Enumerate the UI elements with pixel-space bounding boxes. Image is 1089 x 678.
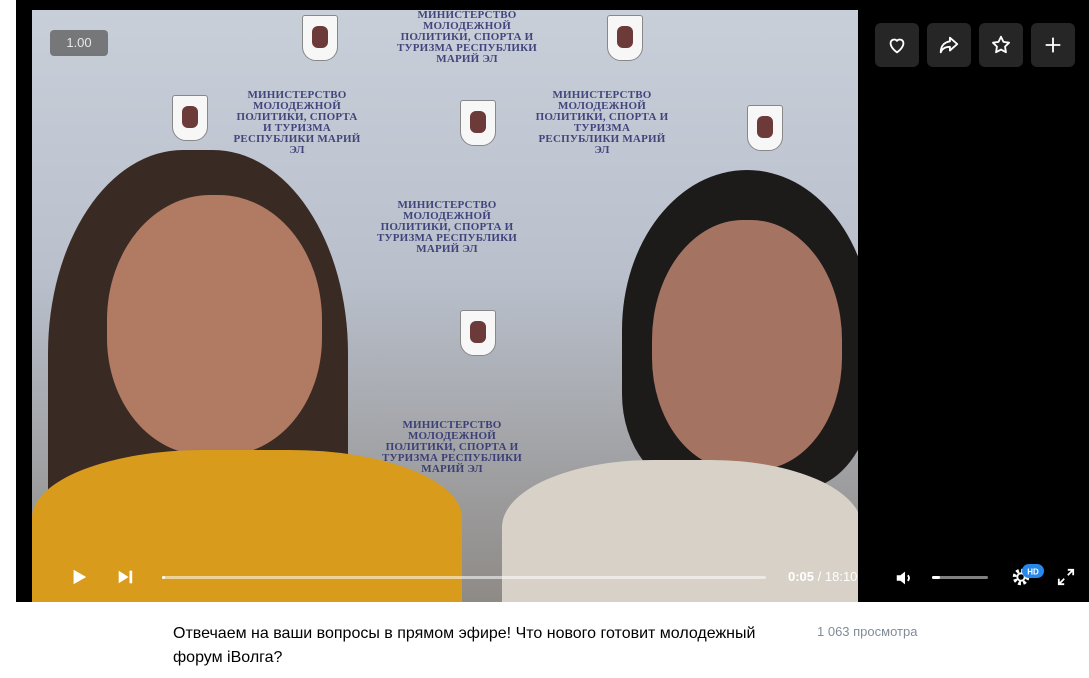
hd-badge: HD (1022, 564, 1044, 578)
share-button[interactable] (927, 23, 971, 67)
person-right-face (652, 220, 842, 470)
backdrop-label: МИНИСТЕРСТВО МОЛОДЕЖНОЙ ПОЛИТИКИ, СПОРТА… (376, 199, 518, 255)
seek-bar-fill (162, 576, 166, 579)
time-separator: / (814, 569, 825, 584)
video-title[interactable]: Отвечаем на ваши вопросы в прямом эфире!… (173, 622, 783, 670)
seek-bar[interactable] (162, 576, 766, 579)
plus-icon (1045, 37, 1061, 53)
top-actions (875, 23, 1075, 67)
coat-of-arms-image (172, 95, 208, 141)
hd-badge-text: HD (1027, 568, 1039, 577)
volume-slider[interactable] (932, 576, 988, 579)
like-button[interactable] (875, 23, 919, 67)
heart-icon (889, 38, 905, 54)
time-total: 18:10 (824, 569, 858, 584)
volume-slider-fill (932, 576, 941, 579)
next-icon[interactable] (116, 568, 134, 586)
person-left-face (107, 195, 322, 455)
page-left-margin (0, 0, 16, 678)
video-frame[interactable]: МИНИСТЕРСТВО МОЛОДЕЖНОЙ ПОЛИТИКИ, СПОРТА… (32, 10, 858, 602)
coat-of-arms-image (460, 100, 496, 146)
player-controls: 0:05 / 18:10 HD (32, 556, 1089, 602)
coat-of-arms-image (460, 310, 496, 356)
backdrop-label: МИНИСТЕРСТВО МОЛОДЕЖНОЙ ПОЛИТИКИ, СПОРТА… (396, 10, 538, 65)
coat-of-arms-image (302, 15, 338, 61)
time-display: 0:05 / 18:10 (788, 569, 857, 584)
time-current: 0:05 (788, 569, 815, 584)
volume-icon[interactable] (894, 567, 916, 589)
video-info: Отвечаем на ваши вопросы в прямом эфире!… (16, 602, 1089, 678)
coat-of-arms-image (607, 15, 643, 61)
coat-of-arms-image (747, 105, 783, 151)
play-icon[interactable] (70, 568, 88, 586)
star-icon (992, 35, 1010, 54)
add-button[interactable] (1031, 23, 1075, 67)
view-count: 1 063 просмотра (817, 624, 918, 639)
share-arrow-icon (939, 36, 959, 54)
playback-speed-badge[interactable]: 1.00 (50, 30, 108, 56)
backdrop-label: МИНИСТЕРСТВО МОЛОДЕЖНОЙ ПОЛИТИКИ, СПОРТА… (233, 89, 361, 156)
favorite-button[interactable] (979, 23, 1023, 67)
backdrop-label: МИНИСТЕРСТВО МОЛОДЕЖНОЙ ПОЛИТИКИ, СПОРТА… (535, 89, 669, 156)
video-player[interactable]: МИНИСТЕРСТВО МОЛОДЕЖНОЙ ПОЛИТИКИ, СПОРТА… (16, 0, 1089, 602)
fullscreen-icon[interactable] (1057, 568, 1075, 586)
